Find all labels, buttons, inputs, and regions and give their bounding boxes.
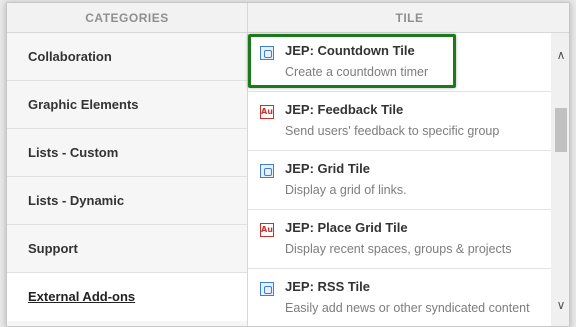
scroll-thumb[interactable] — [555, 108, 567, 152]
tile-title: JEP: Grid Tile — [285, 161, 371, 176]
au-red-icon: Au — [260, 223, 274, 237]
tile-title: JEP: RSS Tile — [285, 279, 371, 294]
tile-description: Send users' feedback to specific group — [285, 124, 500, 138]
tile-title: JEP: Feedback Tile — [285, 102, 404, 117]
category-graphic-elements[interactable]: Graphic Elements — [7, 81, 247, 129]
tile-description: Easily add news or other syndicated cont… — [285, 301, 530, 315]
tile-feedback[interactable]: Au JEP: Feedback Tile Send users' feedba… — [248, 92, 551, 151]
category-collaboration[interactable]: Collaboration — [7, 33, 247, 81]
tile-header: TILE — [248, 3, 569, 33]
category-support[interactable]: Support — [7, 225, 247, 273]
tile-grid[interactable]: JEP: Grid Tile Display a grid of links. — [248, 151, 551, 210]
category-lists-custom[interactable]: Lists - Custom — [7, 129, 247, 177]
countdown-tile-highlight — [248, 34, 456, 88]
au-label: Au — [261, 225, 273, 234]
tile-description: Display recent spaces, groups & projects — [285, 242, 512, 256]
tile-blue-icon — [260, 164, 274, 178]
chevron-down-icon[interactable]: ∨ — [551, 295, 569, 315]
category-list: Collaboration Graphic Elements Lists - C… — [7, 33, 248, 326]
chevron-up-icon[interactable]: ∧ — [551, 45, 569, 65]
category-lists-dynamic[interactable]: Lists - Dynamic — [7, 177, 247, 225]
categories-header: CATEGORIES — [7, 3, 248, 33]
au-red-icon: Au — [260, 105, 274, 119]
tile-place-grid[interactable]: Au JEP: Place Grid Tile Display recent s… — [248, 210, 551, 269]
tile-title: JEP: Place Grid Tile — [285, 220, 408, 235]
tile-description: Display a grid of links. — [285, 183, 407, 197]
category-external-add-ons[interactable]: External Add-ons — [7, 273, 247, 321]
tile-scrollbar[interactable]: ∧ ∨ — [551, 33, 569, 326]
tile-rss[interactable]: JEP: RSS Tile Easily add news or other s… — [248, 269, 551, 326]
au-label: Au — [261, 107, 273, 116]
tile-blue-icon — [260, 282, 274, 296]
